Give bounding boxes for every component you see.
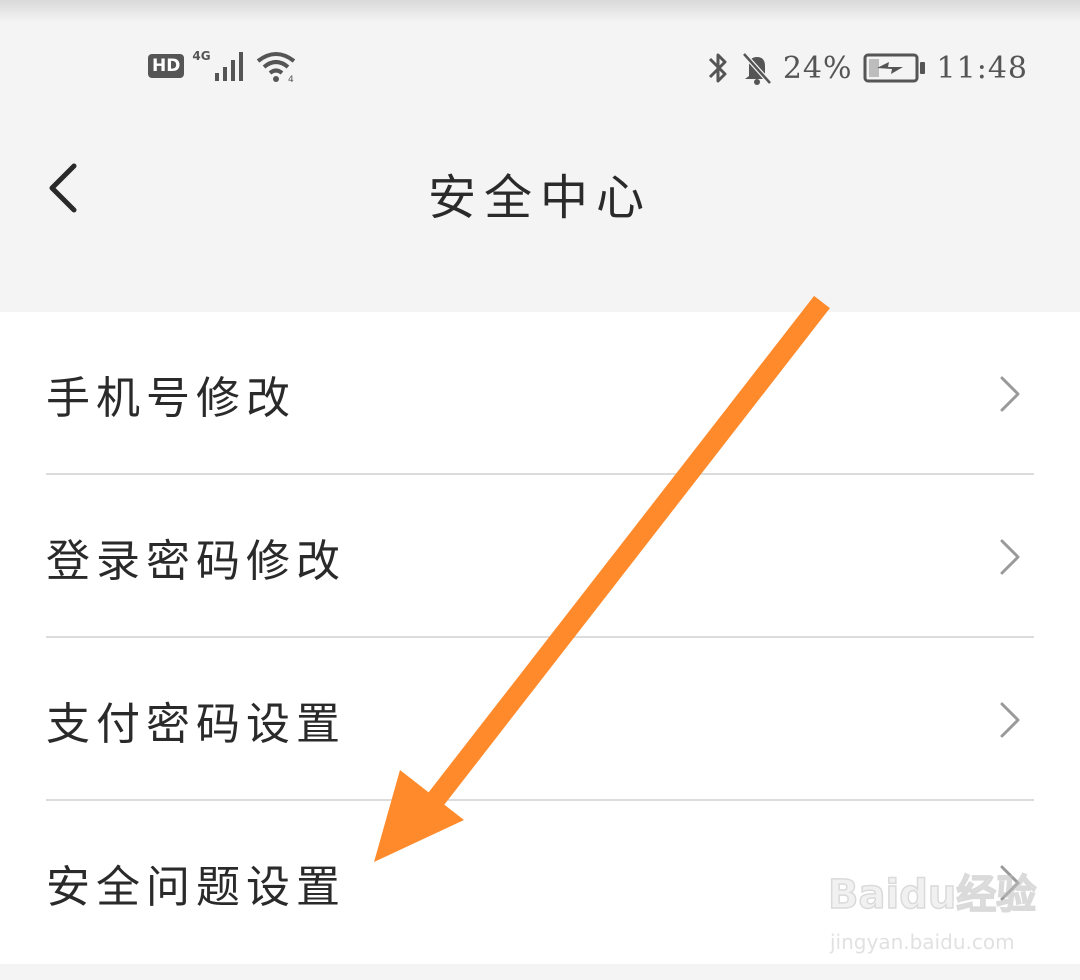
nav-bar: 安全中心 [0, 130, 1080, 250]
network-type-label: 4G [192, 49, 211, 63]
wifi-icon: 4 [256, 52, 295, 83]
chevron-right-icon [1000, 376, 1020, 411]
status-time: 11:48 [936, 50, 1028, 86]
status-right: 24% 11:48 [705, 40, 1028, 96]
page-title: 安全中心 [427, 170, 652, 226]
watermark-brand: Baidu经验 [827, 871, 1037, 919]
status-left: HD 4G 4 [148, 46, 297, 86]
top-shade [0, 0, 1080, 22]
battery-percent: 24% [782, 50, 853, 86]
watermark: Baidu经验 jingyan.baidu.com [820, 858, 1040, 962]
menu-item-label: 安全问题设置 [46, 861, 346, 913]
hd-badge: HD [148, 54, 185, 78]
menu-item-login-password[interactable]: 登录密码修改 [0, 475, 1080, 638]
menu-item-phone-change[interactable]: 手机号修改 [0, 312, 1080, 475]
menu-item-label: 支付密码设置 [46, 698, 346, 750]
watermark-url: jingyan.baidu.com [830, 930, 1015, 954]
menu-item-label: 登录密码修改 [46, 535, 346, 587]
svg-text:4: 4 [288, 75, 294, 83]
chevron-right-icon [1000, 702, 1020, 737]
menu-item-label: 手机号修改 [46, 372, 296, 424]
menu-item-payment-password[interactable]: 支付密码设置 [0, 638, 1080, 801]
bluetooth-icon [708, 53, 727, 83]
chevron-right-icon [1000, 539, 1020, 574]
bell-off-icon [741, 52, 772, 85]
battery-charging-icon [863, 53, 925, 83]
signal-bars-icon [214, 52, 243, 81]
status-bar: HD 4G 4 24% 11:48 [0, 40, 1080, 96]
